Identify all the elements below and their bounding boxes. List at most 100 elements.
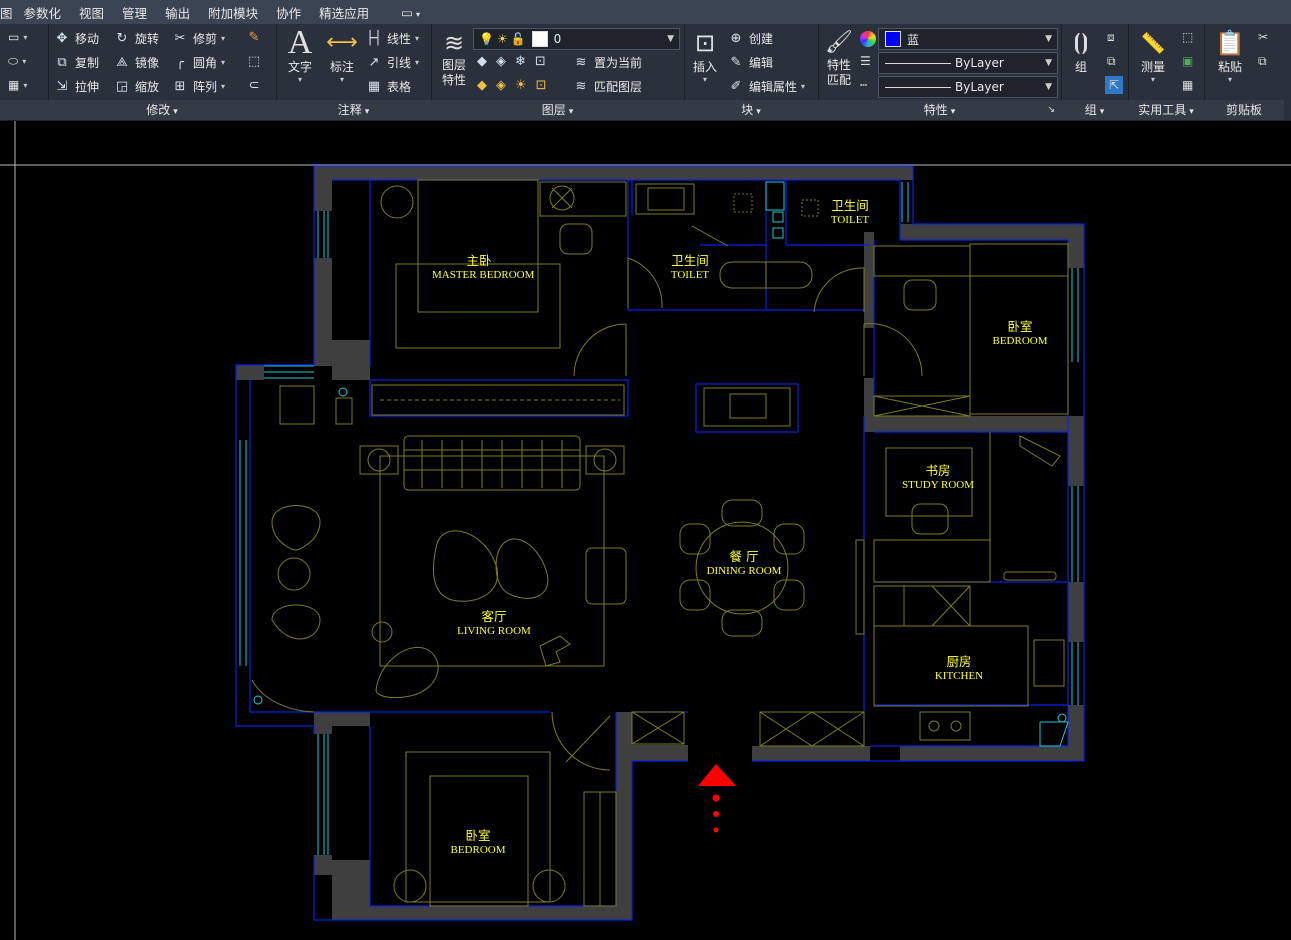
scale-button[interactable]: ◲ 缩放 <box>114 78 159 95</box>
hatch-tool-icon[interactable]: ▦ ▾ <box>8 78 27 92</box>
panel-draw-partial: ▭ ▾ ⬭ ▾ ▦ ▾ <box>0 24 49 120</box>
array-label: 阵列 <box>193 80 218 94</box>
measure-button[interactable]: 📏 测量 ▾ <box>1132 28 1174 84</box>
panel-groups-title[interactable]: 组 ▾ <box>1061 100 1128 120</box>
dimension-button[interactable]: ⟷ 标注 ▾ <box>324 28 360 84</box>
room-label-cn: 卧室 <box>465 828 491 843</box>
mirror-label: 镜像 <box>135 56 160 70</box>
edit-attributes-button[interactable]: ✐ 编辑属性 ▾ <box>728 78 805 95</box>
floor-plan-drawing <box>0 121 1291 940</box>
copy-icon: ⧉ <box>57 54 67 70</box>
panel-block-title[interactable]: 块 ▾ <box>684 100 818 120</box>
panel-draw-title <box>0 100 48 120</box>
quick-select-icon[interactable]: ⬚ <box>1182 30 1193 44</box>
rotate-button[interactable]: ↻ 旋转 <box>114 30 159 47</box>
room-label-toilet-2: 卫生间 TOILET <box>820 198 880 228</box>
calculator-icon[interactable]: ▦ <box>1182 78 1193 92</box>
menu-item-output[interactable]: 输出 <box>156 3 199 22</box>
layer-dropdown[interactable]: 💡 ☀ 🔓 0 ▼ <box>473 28 680 50</box>
insert-button[interactable]: ⊡ 插入 ▾ <box>686 28 724 84</box>
edit-block-button[interactable]: ✎ 编辑 <box>728 54 773 71</box>
chevron-down-icon: ▼ <box>1045 34 1052 44</box>
move-button[interactable]: ✥ 移动 <box>54 30 99 47</box>
panel-layers-title[interactable]: 图层 ▾ <box>431 100 684 120</box>
ribbon-overflow <box>1284 24 1291 120</box>
panel-layers: ≋ 图层 特性 💡 ☀ 🔓 0 ▼ ◆ ◈ ❄ ⊡ ≋ 置为当前 ◆ ◈ ☀ ⊡ … <box>431 24 685 120</box>
panel-clipboard-title[interactable]: 剪贴板 <box>1204 100 1284 120</box>
copy-button[interactable]: ⧉ 复制 <box>54 54 99 71</box>
table-button[interactable]: ▦ 表格 <box>366 78 411 95</box>
stretch-button[interactable]: ⇲ 拉伸 <box>54 78 99 95</box>
color-dropdown[interactable]: 蓝 ▼ <box>878 28 1058 50</box>
lineweight-dropdown[interactable]: ByLayer ▼ <box>878 76 1058 98</box>
match-layer-button[interactable]: ≋ 匹配图层 <box>573 78 642 95</box>
color-wheel-icon[interactable] <box>860 31 876 47</box>
mirror-button[interactable]: ⟁ 镜像 <box>114 54 159 71</box>
panel-properties-title[interactable]: 特性 ▾ ↘ <box>818 100 1061 120</box>
layer-unisolate-icon[interactable]: ◈ <box>496 78 506 93</box>
menu-item-parametric[interactable]: 参数化 <box>15 3 71 22</box>
text-button[interactable]: A 文字 ▾ <box>282 26 318 85</box>
panel-launcher-icon[interactable]: ↘ <box>1047 100 1055 120</box>
menu-item-view[interactable]: 视图 <box>70 3 113 22</box>
panel-modify-title[interactable]: 修改 ▾ <box>48 100 276 120</box>
linear-button[interactable]: ├┤ 线性 ▾ <box>366 30 419 47</box>
layer-lock-tool-icon[interactable]: ⊡ <box>535 54 546 69</box>
menu-item-partial[interactable]: 图 <box>0 3 15 22</box>
layer-color-swatch <box>531 31 548 47</box>
group-label: 组 <box>1074 60 1087 74</box>
dimension-label: 标注 <box>329 60 354 74</box>
paste-icon: 📋 <box>1215 29 1245 57</box>
leader-button[interactable]: ↗ 引线 ▾ <box>366 54 419 71</box>
panel-annotation-title[interactable]: 注释 ▾ <box>276 100 431 120</box>
room-label-en: BEDROOM <box>992 335 1048 347</box>
paste-button[interactable]: 📋 粘贴 ▾ <box>1210 28 1250 84</box>
menu-item-collaborate[interactable]: 协作 <box>267 3 310 22</box>
group-select-icon[interactable]: ⇱ <box>1105 76 1123 94</box>
table-icon: ▦ <box>367 78 381 94</box>
create-block-icon: ⊕ <box>730 30 742 46</box>
cut-icon[interactable]: ✂ <box>1258 30 1268 44</box>
menu-item-addins[interactable]: 附加模块 <box>199 3 267 22</box>
explode-button[interactable]: ⬚ <box>246 54 267 70</box>
leader-label: 引线 <box>387 56 412 70</box>
ellipse-tool-icon[interactable]: ⬭ ▾ <box>8 54 26 69</box>
room-label-cn: 书房 <box>925 463 951 478</box>
layer-freeze-icon[interactable]: ❄ <box>515 54 526 69</box>
paste-label: 粘贴 <box>1217 60 1242 74</box>
fillet-button[interactable]: ╭ 圆角 ▾ <box>172 54 225 71</box>
room-label-en: KITCHEN <box>934 670 984 682</box>
layer-thaw-icon[interactable]: ☀ <box>515 78 527 93</box>
drawing-canvas[interactable]: 主卧 MASTER BEDROOM 卫生间 TOILET 卫生间 TOILET … <box>0 121 1291 940</box>
table-label: 表格 <box>387 80 412 94</box>
offset-button[interactable]: ⊂ <box>246 78 267 94</box>
layer-tools-row-1: ◆ ◈ ❄ ⊡ <box>477 54 555 69</box>
erase-button[interactable]: ✎ <box>246 30 267 46</box>
array-button[interactable]: ⊞ 阵列 ▾ <box>172 78 225 95</box>
layer-properties-button[interactable]: ≋ 图层 特性 <box>435 28 473 88</box>
layer-isolate-icon[interactable]: ◈ <box>496 54 506 69</box>
rectangle-tool-icon[interactable]: ▭ ▾ <box>8 30 27 44</box>
workspace-toggle-icon[interactable]: ▭ ▾ <box>392 5 429 20</box>
copy-clip-icon[interactable]: ⧉ <box>1258 54 1267 69</box>
group-edit-icon[interactable]: ⧉ <box>1107 54 1116 69</box>
layer-unlock-icon[interactable]: ⊡ <box>536 78 547 93</box>
trim-button[interactable]: ✂ 修剪 ▾ <box>172 30 225 47</box>
layer-on-icon[interactable]: ◆ <box>477 78 487 93</box>
match-properties-button[interactable]: 🖌 特性 匹配 <box>820 28 858 88</box>
linetype-dropdown[interactable]: ByLayer ▼ <box>878 52 1058 74</box>
group-button[interactable]: ⦗⦘ 组 <box>1063 28 1099 75</box>
layer-off-icon[interactable]: ◆ <box>477 54 487 69</box>
chevron-down-icon: ▼ <box>1045 82 1052 92</box>
room-label-en: TOILET <box>830 214 870 226</box>
menu-item-manage[interactable]: 管理 <box>113 3 156 22</box>
text-label: 文字 <box>287 60 312 74</box>
trim-label: 修剪 <box>193 32 218 46</box>
panel-utilities-title[interactable]: 实用工具 ▾ <box>1128 100 1204 120</box>
layer-properties-icon: ≋ <box>443 29 465 57</box>
menu-item-featured-apps[interactable]: 精选应用 <box>310 3 378 22</box>
ungroup-icon[interactable]: ⧈ <box>1107 30 1115 45</box>
create-block-button[interactable]: ⊕ 创建 <box>728 30 773 47</box>
set-current-button[interactable]: ≋ 置为当前 <box>573 54 642 71</box>
select-all-icon[interactable]: ▣ <box>1182 54 1193 68</box>
